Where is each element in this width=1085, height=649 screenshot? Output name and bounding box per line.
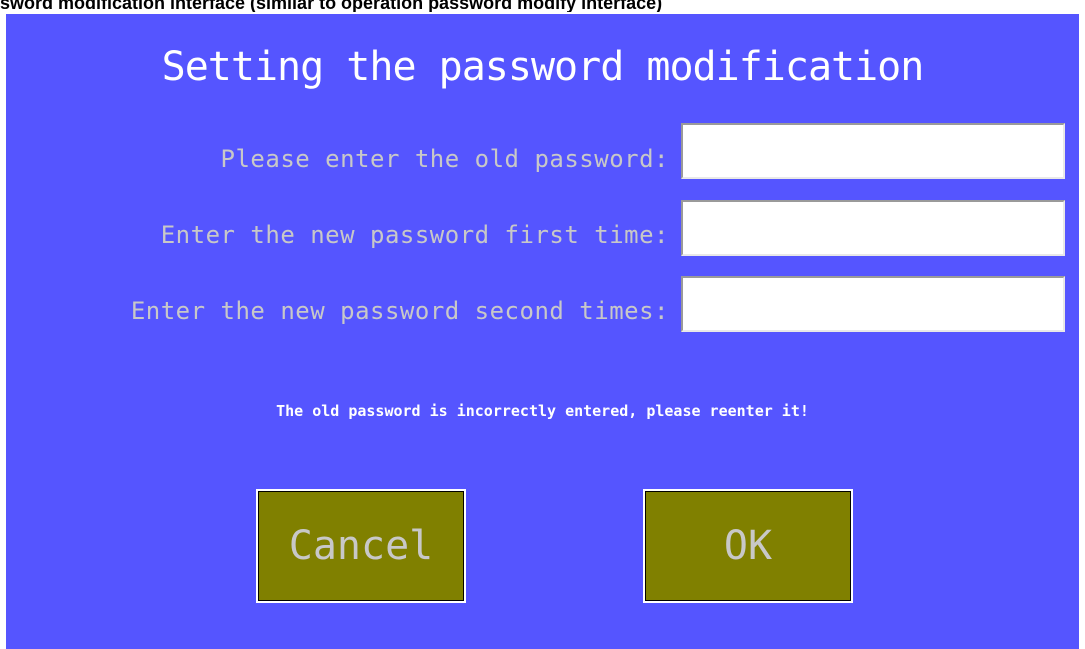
cancel-button[interactable]: Cancel xyxy=(256,489,466,603)
figure-caption: sword modification interface (similar to… xyxy=(0,0,663,12)
old-password-input[interactable] xyxy=(681,123,1065,179)
new-password-second-input[interactable] xyxy=(681,276,1065,332)
new-password-first-input[interactable] xyxy=(681,200,1065,256)
new-password-second-label: Enter the new password second times: xyxy=(130,297,669,325)
password-modification-screen: Setting the password modification Please… xyxy=(6,14,1079,649)
dialog-title: Setting the password modification xyxy=(161,44,925,90)
ok-button[interactable]: OK xyxy=(643,489,853,603)
old-password-label: Please enter the old password: xyxy=(220,145,669,173)
error-message: The old password is incorrectly entered,… xyxy=(276,402,809,420)
new-password-first-label: Enter the new password first time: xyxy=(160,221,669,249)
